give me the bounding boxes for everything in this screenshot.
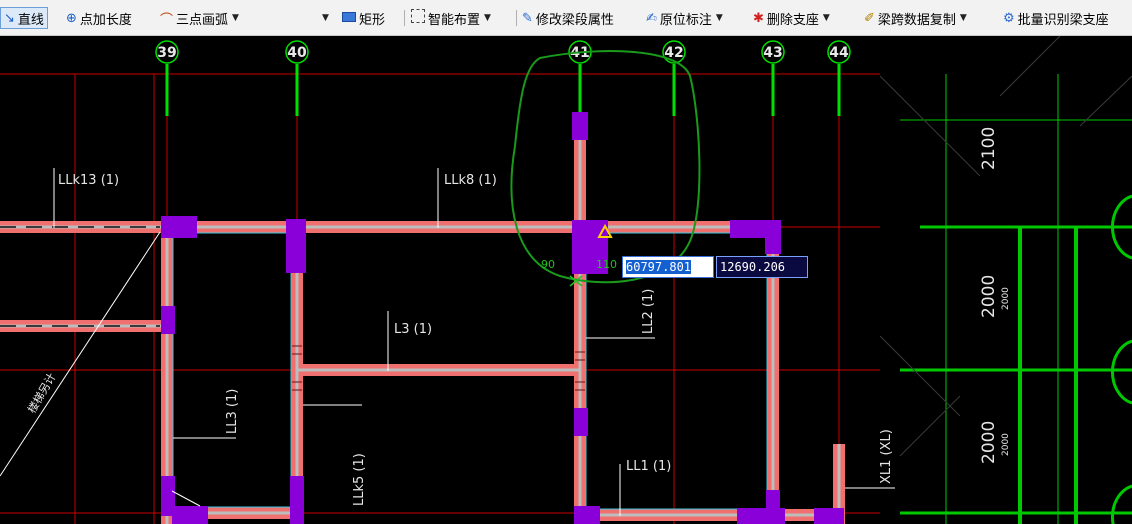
- dimension-text: 2000: [979, 421, 999, 464]
- smart-layout-button[interactable]: 智能布置 ▼: [411, 7, 491, 29]
- edit-beam-button[interactable]: ✎ 修改梁段属性: [522, 7, 614, 29]
- cad-app: ↘ 直线 ⊕ 点加长度 ⌒ 三点画弧 ▼ ▼ 矩形 智能布置 ▼ ✎ 修改梁段属…: [0, 0, 1132, 524]
- axis-bubbles: 39 40 41 42 43 44: [155, 40, 851, 116]
- beam-label[interactable]: LLk13 (1): [58, 173, 119, 188]
- coordinate-x-value: 60797.801: [626, 260, 692, 274]
- line-tool-button[interactable]: ↘ 直线: [0, 7, 48, 29]
- axis-label: 44: [829, 45, 849, 61]
- arc-icon: ⌒: [160, 12, 174, 28]
- edit-beam-label: 修改梁段属性: [535, 12, 614, 28]
- separator: [516, 10, 517, 26]
- annotate-dropdown-icon[interactable]: ▼: [716, 13, 723, 23]
- dimension-text: 2000: [979, 275, 999, 318]
- dimension-subtext: 2000: [1001, 287, 1011, 310]
- rectangle-icon: [342, 11, 356, 26]
- stair-label: 楼梯另计: [24, 370, 58, 415]
- point-length-icon: ⊕: [66, 10, 77, 26]
- rectangle-label: 矩形: [359, 12, 386, 28]
- point-length-label: 点加长度: [79, 12, 132, 28]
- faint-hatch: [879, 36, 1132, 457]
- beam-label[interactable]: LLk8 (1): [444, 173, 497, 188]
- smart-layout-dropdown-icon[interactable]: ▼: [484, 13, 491, 23]
- dimension-text: 2100: [979, 127, 999, 170]
- shape-dropdown[interactable]: ▼: [318, 7, 329, 29]
- toolbar: ↘ 直线 ⊕ 点加长度 ⌒ 三点画弧 ▼ ▼ 矩形 智能布置 ▼ ✎ 修改梁段属…: [0, 0, 1132, 36]
- edit-beam-icon: ✎: [522, 10, 533, 26]
- beam-label[interactable]: XL1 (XL): [879, 429, 894, 484]
- coordinate-y-input[interactable]: 12690.206: [716, 256, 808, 278]
- arc-tool-button[interactable]: ⌒ 三点画弧 ▼: [160, 7, 239, 29]
- delete-support-button[interactable]: ✱ 删除支座 ▼: [753, 7, 830, 29]
- line-icon: ↘: [4, 10, 15, 26]
- batch-identify-button[interactable]: ⚙ 批量识别梁支座: [1003, 7, 1109, 29]
- delete-support-dropdown-icon[interactable]: ▼: [823, 13, 830, 23]
- axis-lines: [0, 73, 880, 524]
- copy-span-dropdown-icon[interactable]: ▼: [960, 13, 967, 23]
- annotate-button[interactable]: ✍ 原位标注 ▼: [646, 7, 723, 29]
- drawing-canvas[interactable]: 39 40 41 42 43 44 LLk13 (1) LLk8 (1) L3 …: [0, 36, 1132, 524]
- copy-span-label: 梁跨数据复制: [877, 12, 956, 28]
- green-grid-lines: [900, 74, 1132, 524]
- rectangle-button[interactable]: 矩形: [342, 7, 385, 29]
- delete-support-icon: ✱: [753, 10, 764, 26]
- batch-identify-icon: ⚙: [1003, 10, 1015, 26]
- coordinate-x-input[interactable]: 60797.801: [622, 256, 714, 278]
- smart-layout-icon: [411, 9, 425, 27]
- beam-label[interactable]: LLk5 (1): [352, 453, 367, 506]
- angle-label: 90: [541, 258, 555, 271]
- batch-identify-label: 批量识别梁支座: [1017, 12, 1109, 28]
- copy-span-button[interactable]: ✐ 梁跨数据复制 ▼: [864, 7, 967, 29]
- arc-dropdown-icon[interactable]: ▼: [232, 13, 239, 23]
- smart-layout-label: 智能布置: [428, 12, 481, 28]
- columns[interactable]: [161, 112, 844, 524]
- arc-tool-label: 三点画弧: [176, 12, 229, 28]
- beam-label[interactable]: LL2 (1): [641, 289, 656, 334]
- axis-label: 40: [287, 45, 307, 61]
- coordinate-y-value: 12690.206: [720, 260, 786, 274]
- separator: [404, 10, 405, 26]
- shape-dropdown-icon[interactable]: ▼: [322, 13, 329, 23]
- annotate-label: 原位标注: [659, 12, 712, 28]
- delete-support-label: 删除支座: [766, 12, 819, 28]
- dimension-subtext: 2000: [1001, 433, 1011, 456]
- beam-label[interactable]: LL3 (1): [225, 389, 240, 434]
- beam-label[interactable]: L3 (1): [394, 322, 432, 337]
- beam-label[interactable]: LL1 (1): [626, 459, 671, 474]
- point-length-button[interactable]: ⊕ 点加长度: [66, 7, 132, 29]
- axis-label: 43: [763, 45, 782, 61]
- annotate-icon: ✍: [646, 10, 657, 26]
- beams[interactable]: [0, 116, 845, 524]
- axis-label: 39: [157, 45, 176, 61]
- line-tool-label: 直线: [17, 12, 44, 28]
- angle-label: 110: [596, 258, 617, 271]
- copy-span-icon: ✐: [864, 10, 875, 26]
